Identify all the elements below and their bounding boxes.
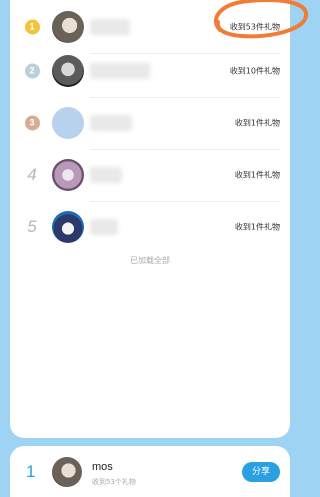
gift-count: 收到1件礼物 <box>234 118 280 128</box>
silver-medal-icon: 2 <box>24 63 40 79</box>
rank-badge: 5 <box>22 217 42 237</box>
gold-medal-icon: 1 <box>24 19 40 35</box>
ranking-card: 1 收到53件礼物 2 收到10件礼物 3 收到1件礼物 4 收到1件礼物 5 … <box>10 0 308 438</box>
blurred-username <box>90 167 122 183</box>
gift-count: 收到1件礼物 <box>234 222 280 232</box>
bronze-medal-icon: 3 <box>24 115 40 131</box>
blurred-username <box>90 19 130 35</box>
my-username: mos <box>92 461 113 473</box>
rank-badge: 4 <box>22 165 42 185</box>
avatar[interactable] <box>52 211 84 243</box>
avatar[interactable] <box>52 107 84 139</box>
ranking-row[interactable]: 4 收到1件礼物 <box>10 148 290 202</box>
my-rank-bar: 1 mos 收到53个礼物 分享 <box>10 446 290 497</box>
rank-badge: 1 <box>22 19 42 35</box>
my-gift-summary: 收到53个礼物 <box>92 478 136 486</box>
avatar[interactable] <box>52 11 84 43</box>
rank-badge: 3 <box>22 115 42 131</box>
blurred-username <box>90 219 118 235</box>
my-rank-number: 1 <box>26 462 36 481</box>
share-button[interactable]: 分享 <box>242 462 280 482</box>
ranking-row[interactable]: 2 收到10件礼物 <box>10 44 290 98</box>
blurred-username <box>90 115 132 131</box>
gift-count: 收到53件礼物 <box>229 22 280 32</box>
ranking-row[interactable]: 5 收到1件礼物 <box>10 200 290 254</box>
rank-number: 4 <box>27 165 37 184</box>
rank-badge: 2 <box>22 63 42 79</box>
gift-count: 收到1件礼物 <box>234 170 280 180</box>
all-loaded-text: 已加载全部 <box>130 256 170 265</box>
avatar[interactable] <box>52 55 84 87</box>
gift-count: 收到10件礼物 <box>229 66 280 76</box>
rank-number: 5 <box>27 217 37 236</box>
avatar[interactable] <box>52 159 84 191</box>
my-avatar[interactable] <box>52 457 82 487</box>
ranking-row[interactable]: 3 收到1件礼物 <box>10 96 290 150</box>
blurred-username <box>90 63 150 79</box>
